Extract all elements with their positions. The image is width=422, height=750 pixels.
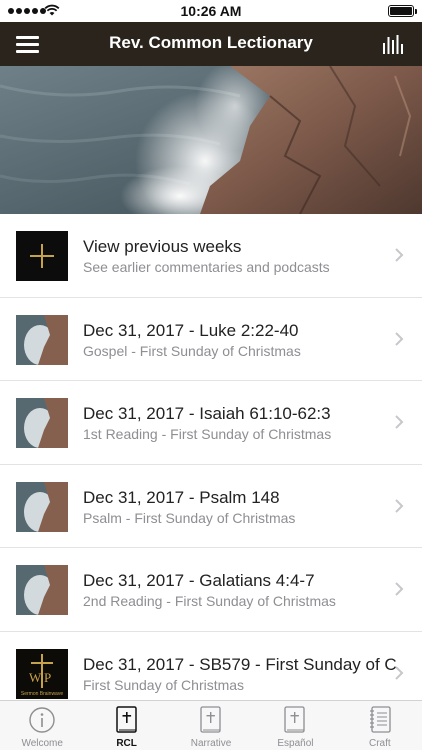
list-item-subtitle: First Sunday of Christmas	[83, 676, 245, 693]
list-item[interactable]: Dec 31, 2017 - Galatians 4:4-7 2nd Readi…	[0, 548, 422, 632]
audio-levels-button[interactable]	[382, 34, 406, 54]
notebook-icon	[369, 706, 391, 733]
chevron-right-icon	[395, 331, 404, 346]
status-bar: 10:26 AM	[0, 0, 422, 22]
lectionary-list: View previous weeks See earlier commenta…	[0, 214, 422, 700]
tab-rcl[interactable]: RCL	[84, 701, 168, 750]
list-item-subtitle: 2nd Reading - First Sunday of Christmas	[83, 593, 336, 609]
bible-icon	[200, 706, 221, 733]
list-item[interactable]: Dec 31, 2017 - Luke 2:22-40 Gospel - Fir…	[0, 298, 422, 381]
list-item-subtitle: Gospel - First Sunday of Christmas	[83, 342, 301, 359]
chevron-right-icon	[395, 665, 404, 680]
tab-label: RCL	[116, 738, 137, 749]
wave-thumbnail	[16, 314, 68, 365]
tab-label: Español	[277, 738, 314, 749]
list-item-title: Dec 31, 2017 - Luke 2:22-40	[83, 320, 299, 340]
list-item-title: Dec 31, 2017 - Galatians 4:4-7	[83, 571, 315, 590]
list-item-subtitle: Psalm - First Sunday of Christmas	[83, 509, 296, 526]
svg-text:W: W	[29, 670, 42, 685]
hero-image	[0, 66, 422, 214]
tab-label: Welcome	[21, 738, 63, 749]
bible-icon	[284, 706, 306, 733]
menu-button[interactable]	[16, 34, 40, 54]
wave-thumbnail	[16, 481, 68, 532]
tab-craft[interactable]: Craft	[338, 701, 422, 750]
list-item-title: Dec 31, 2017 - Isaiah 61:10-62:3	[83, 404, 331, 423]
navigation-bar: Rev. Common Lectionary	[0, 22, 422, 66]
list-item-title: View previous weeks	[83, 237, 242, 256]
chevron-right-icon	[395, 415, 404, 429]
wave-thumbnail	[16, 565, 68, 615]
chevron-right-icon	[395, 248, 404, 262]
svg-text:P: P	[44, 670, 51, 685]
page-title: Rev. Common Lectionary	[109, 33, 313, 52]
battery-icon	[388, 5, 417, 17]
list-item-subtitle: See earlier commentaries and podcasts	[83, 259, 330, 275]
bible-icon	[115, 706, 137, 733]
list-item[interactable]: View previous weeks See earlier commenta…	[0, 214, 422, 298]
list-item-title: Dec 31, 2017 - Psalm 148	[83, 487, 280, 507]
chevron-right-icon	[395, 498, 404, 513]
wave-thumbnail	[16, 398, 68, 448]
list-item[interactable]: Dec 31, 2017 - Psalm 148 Psalm - First S…	[0, 465, 422, 548]
tab-espanol[interactable]: Español	[253, 701, 337, 750]
info-icon	[29, 707, 55, 733]
list-item[interactable]: W P Sermon Brainwave Dec 31, 2017 - SB57…	[0, 632, 422, 701]
sermon-brainwave-logo: W P Sermon Brainwave	[16, 648, 68, 699]
tab-label: Craft	[368, 738, 391, 749]
tab-bar: Welcome RCL Narrative Español Craft	[0, 700, 422, 750]
svg-text:Sermon Brainwave: Sermon Brainwave	[21, 691, 63, 697]
list-item-subtitle: 1st Reading - First Sunday of Christmas	[83, 426, 332, 442]
list-item[interactable]: Dec 31, 2017 - Isaiah 61:10-62:3 1st Rea…	[0, 381, 422, 465]
plus-icon	[16, 231, 68, 281]
list-item-title: Dec 31, 2017 - SB579 - First Sunday of C	[83, 654, 397, 674]
status-time: 10:26 AM	[180, 3, 242, 19]
tab-narrative[interactable]: Narrative	[169, 701, 253, 750]
tab-label: Narrative	[190, 738, 232, 749]
tab-welcome[interactable]: Welcome	[0, 701, 84, 750]
chevron-right-icon	[395, 582, 404, 596]
